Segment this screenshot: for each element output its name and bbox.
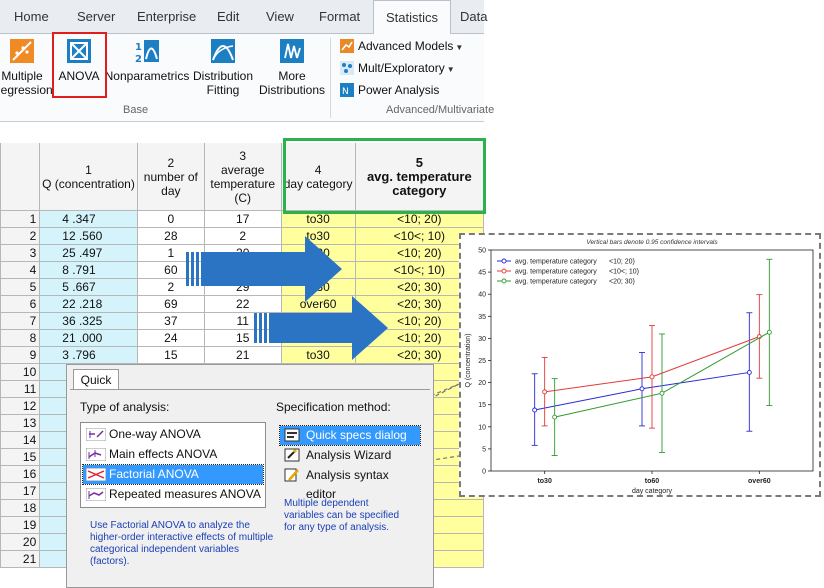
y-tick-label: 0 bbox=[482, 469, 486, 476]
data-point bbox=[649, 374, 655, 380]
wizard-icon bbox=[284, 448, 300, 462]
spec-label: Analysis syntax editor bbox=[306, 468, 389, 501]
list-item-label: Factorial ANOVA bbox=[109, 467, 199, 481]
data-point bbox=[542, 389, 548, 395]
list-item-factorial-anova[interactable]: Factorial ANOVA bbox=[82, 464, 264, 485]
tab-quick[interactable]: Quick bbox=[73, 369, 119, 390]
data-point bbox=[746, 369, 752, 375]
y-tick-label: 15 bbox=[478, 402, 486, 409]
legend-label: avg. temperature category bbox=[515, 269, 597, 276]
analysis-help-text: Use Factorial ANOVA to analyze the highe… bbox=[90, 520, 273, 568]
y-tick-label: 50 bbox=[478, 248, 486, 255]
y-tick-label: 10 bbox=[478, 424, 486, 431]
list-item-label: Repeated measures ANOVA bbox=[109, 487, 261, 501]
help-line: categorical independent variables bbox=[90, 544, 239, 555]
x-tick-label: over60 bbox=[748, 478, 771, 485]
legend-marker bbox=[501, 258, 507, 264]
y-tick-label: 25 bbox=[478, 358, 486, 365]
legend-level: <10; 20) bbox=[609, 259, 635, 266]
y-tick-label: 20 bbox=[478, 380, 486, 387]
y-tick-label: 40 bbox=[478, 292, 486, 299]
type-of-analysis-label: Type of analysis: bbox=[80, 400, 170, 414]
legend-marker bbox=[501, 268, 507, 274]
data-point bbox=[532, 407, 538, 413]
spec-label: Quick specs dialog bbox=[306, 428, 407, 442]
data-point bbox=[639, 386, 645, 392]
legend-level: <20; 30) bbox=[609, 279, 635, 286]
y-tick-label: 5 bbox=[482, 446, 486, 453]
legend-label: avg. temperature category bbox=[515, 279, 597, 286]
help-line: variables can be specified bbox=[284, 510, 400, 521]
legend-marker bbox=[501, 278, 507, 284]
data-point bbox=[659, 390, 665, 396]
x-tick-label: to30 bbox=[537, 478, 552, 485]
interaction-plot: Vertical bars denote 0.95 confidence int… bbox=[459, 233, 821, 497]
list-item-repeated-measures-anova[interactable]: Repeated measures ANOVA bbox=[83, 485, 263, 504]
factorial-anova-icon bbox=[86, 468, 106, 481]
main-effects-anova-icon bbox=[86, 448, 106, 461]
list-item-main-effects-anova[interactable]: Main effects ANOVA bbox=[83, 445, 263, 464]
repeated-measures-anova-icon bbox=[86, 488, 106, 501]
spec-analysis-wizard[interactable]: Analysis Wizard bbox=[280, 446, 420, 465]
dialog-icon bbox=[284, 428, 300, 442]
help-line: Use Factorial ANOVA to analyze the bbox=[90, 520, 250, 531]
y-tick-label: 45 bbox=[478, 270, 486, 277]
syntax-editor-icon bbox=[284, 468, 299, 482]
anova-quick-dialog: Quick Type of analysis: Specification me… bbox=[66, 364, 434, 588]
legend-label: avg. temperature category bbox=[515, 259, 597, 266]
list-item-label: One-way ANOVA bbox=[109, 427, 201, 441]
arrow-right-icon bbox=[254, 296, 388, 360]
spec-quick-specs-dialog[interactable]: Quick specs dialog bbox=[279, 425, 421, 446]
x-tick-label: to60 bbox=[645, 478, 660, 485]
chart-title: Vertical bars denote 0.95 confidence int… bbox=[586, 239, 718, 246]
arrow-right-icon bbox=[186, 236, 342, 302]
list-item-label: Main effects ANOVA bbox=[109, 447, 218, 461]
specification-method-label: Specification method: bbox=[276, 400, 391, 414]
quick-panel: Type of analysis: Specification method: … bbox=[70, 389, 430, 587]
spec-label: Analysis Wizard bbox=[306, 448, 392, 462]
help-line: Multiple dependent bbox=[284, 498, 369, 509]
data-point bbox=[552, 414, 558, 420]
one-way-anova-icon bbox=[86, 428, 106, 441]
spec-analysis-syntax-editor[interactable]: Analysis syntax editor bbox=[280, 466, 420, 501]
interaction-plot-svg: Vertical bars denote 0.95 confidence int… bbox=[465, 239, 814, 495]
x-axis-label: day category bbox=[632, 488, 673, 495]
y-tick-label: 30 bbox=[478, 336, 486, 343]
analysis-type-list: One-way ANOVA Main effects ANOVA Factori… bbox=[80, 422, 266, 508]
data-point bbox=[766, 329, 772, 335]
spec-help-text: Multiple dependent variables can be spec… bbox=[284, 498, 399, 534]
help-line: for any type of analysis. bbox=[284, 522, 390, 533]
y-tick-label: 35 bbox=[478, 314, 486, 321]
help-line: (factors). bbox=[90, 556, 130, 567]
y-axis-label: Q (concentration) bbox=[465, 333, 472, 387]
legend-level: <10<; 10) bbox=[609, 269, 639, 276]
list-item-one-way-anova[interactable]: One-way ANOVA bbox=[83, 425, 263, 444]
help-line: higher-order interactive effects of mult… bbox=[90, 532, 274, 543]
